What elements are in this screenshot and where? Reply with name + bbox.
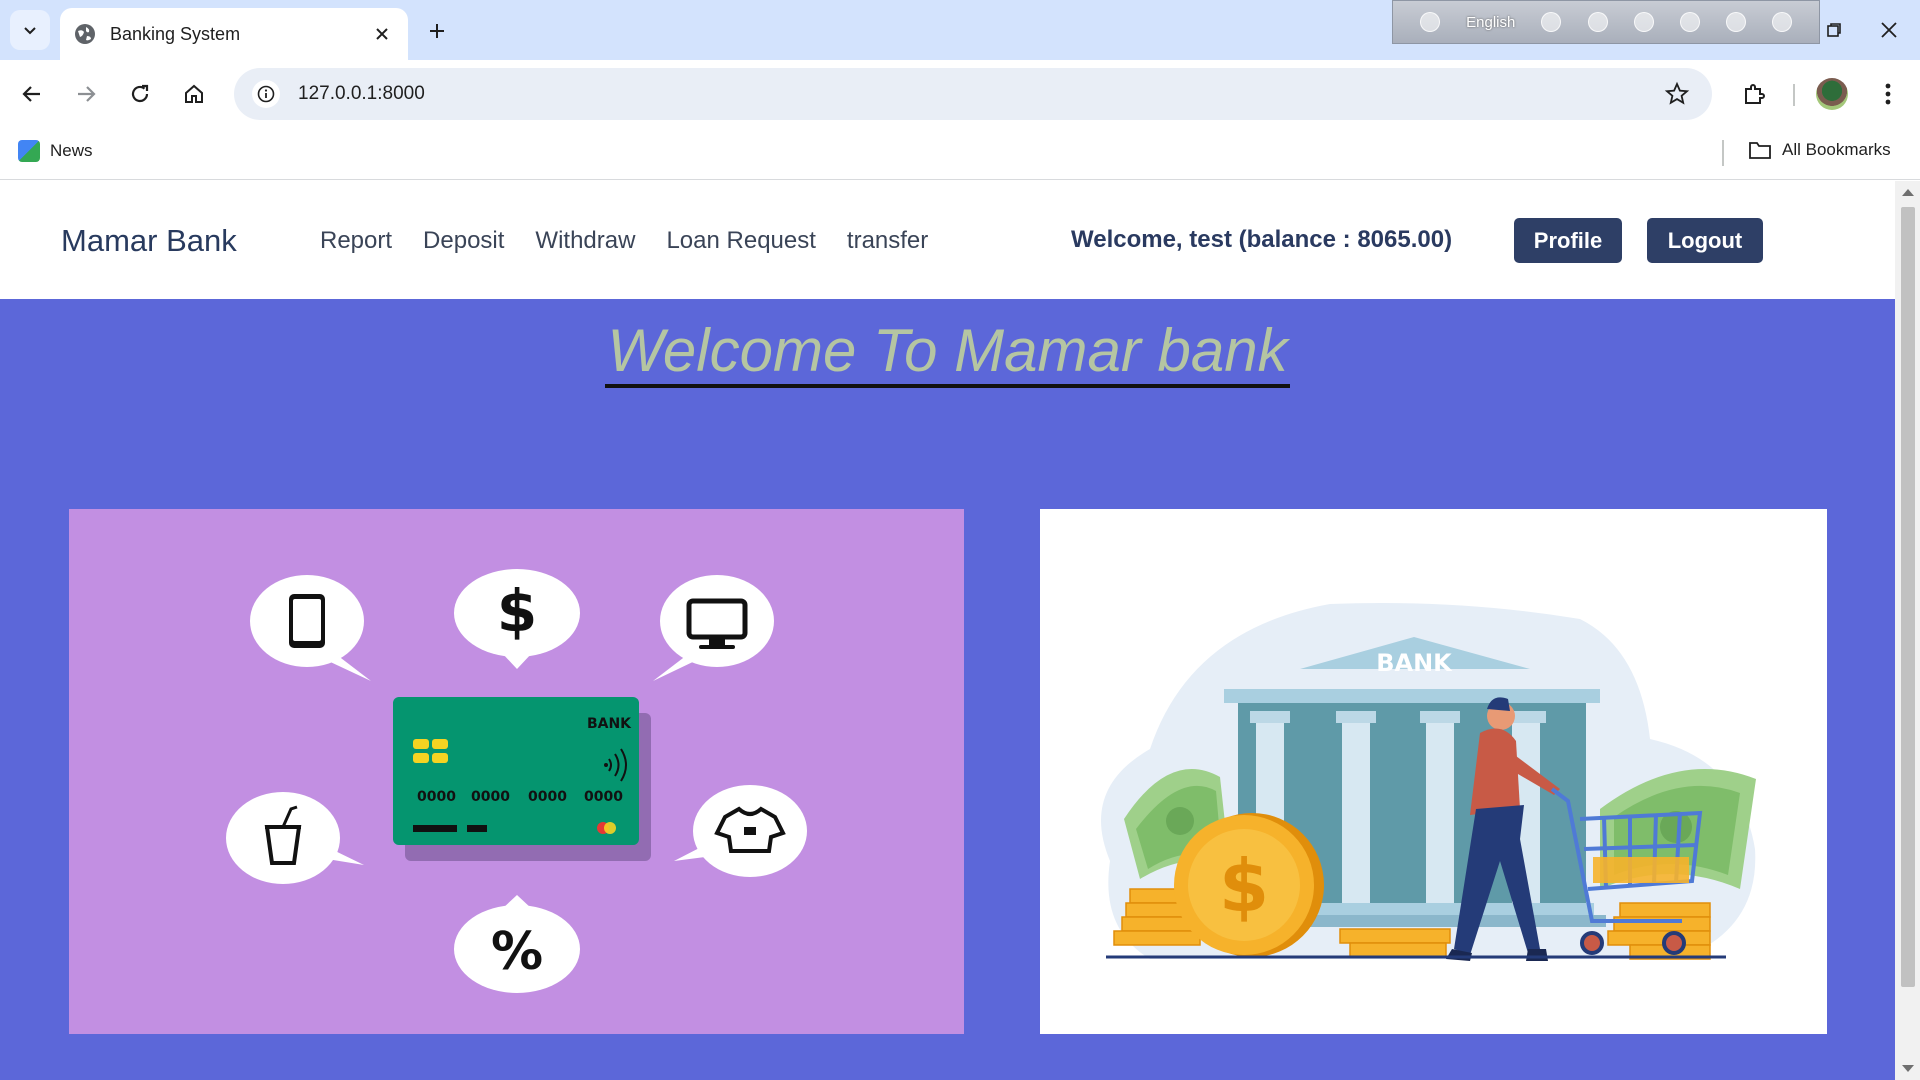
news-icon xyxy=(18,140,40,162)
site-navbar: Mamar Bank Report Deposit Withdraw Loan … xyxy=(0,181,1895,299)
tab-close-button[interactable] xyxy=(370,22,394,46)
browser-tab-active[interactable]: Banking System xyxy=(60,8,408,60)
welcome-balance-text: Welcome, test (balance : 8065.00) xyxy=(1071,226,1453,253)
hero-heading: Welcome To Mamar bank xyxy=(0,315,1895,388)
arrow-right-icon xyxy=(78,86,96,102)
credit-card-illustration: $ % BANK 0000 0000 0000 0000 xyxy=(69,509,964,1034)
toolbar-divider xyxy=(1793,84,1795,106)
hero-title-text: Welcome To Mamar bank xyxy=(605,317,1290,388)
bank-illustration: BANK $ xyxy=(1040,509,1827,1034)
dollar-coin-icon: $ xyxy=(1174,813,1324,957)
all-bookmarks-button[interactable]: All Bookmarks xyxy=(1748,140,1891,160)
page-viewport: Mamar Bank Report Deposit Withdraw Loan … xyxy=(0,181,1895,1080)
percent-bubble: % xyxy=(454,895,580,993)
bookmark-star-icon[interactable] xyxy=(1664,81,1690,107)
ime-keyboard-icon[interactable] xyxy=(1541,12,1562,32)
reload-icon xyxy=(131,84,149,103)
card-number-group-2: 0000 xyxy=(471,789,510,805)
percent-sign-text: % xyxy=(491,922,543,982)
window-close-icon[interactable] xyxy=(1880,21,1898,39)
forward-button[interactable] xyxy=(68,76,104,112)
bookmark-news[interactable]: News xyxy=(18,140,93,162)
scrollbar-thumb[interactable] xyxy=(1901,207,1915,987)
cart-coins xyxy=(1593,857,1689,883)
bookmarks-divider xyxy=(1722,140,1724,166)
home-icon xyxy=(185,84,203,103)
kebab-menu-icon xyxy=(1885,83,1891,105)
reload-button[interactable] xyxy=(122,76,158,112)
bank-illustration-svg: BANK $ xyxy=(1101,603,1756,961)
folder-icon xyxy=(1749,142,1771,159)
card-number-group-4: 0000 xyxy=(584,789,623,805)
ime-tool-icon[interactable] xyxy=(1587,12,1608,32)
tab-title: Banking System xyxy=(110,23,241,44)
address-bar[interactable]: 127.0.0.1:8000 xyxy=(234,68,1712,120)
cup-bubble xyxy=(226,792,364,884)
logout-button[interactable]: Logout xyxy=(1647,218,1763,263)
ime-language-label[interactable]: English xyxy=(1466,14,1515,31)
extensions-button[interactable] xyxy=(1736,76,1772,112)
coin-dollar-text: $ xyxy=(1219,844,1269,928)
site-info-icon[interactable] xyxy=(252,80,280,108)
nav-link-withdraw[interactable]: Withdraw xyxy=(535,227,635,255)
credit-card-illustration-svg: $ % BANK 0000 0000 0000 0000 xyxy=(226,569,807,993)
url-text[interactable]: 127.0.0.1:8000 xyxy=(298,83,425,105)
back-button[interactable] xyxy=(14,76,50,112)
dollar-sign-text: $ xyxy=(497,577,537,645)
brand-logo-link[interactable]: Mamar Bank xyxy=(61,223,237,259)
profile-button[interactable]: Profile xyxy=(1514,218,1622,263)
nav-link-loan-request[interactable]: Loan Request xyxy=(666,227,815,255)
bank-sign-text: BANK xyxy=(1376,649,1453,677)
tab-search-button[interactable] xyxy=(10,10,50,50)
card-number-group-3: 0000 xyxy=(528,789,567,805)
monitor-bubble xyxy=(653,575,774,681)
chevron-down-icon xyxy=(24,27,36,35)
scroll-up-arrow-icon[interactable] xyxy=(1902,189,1914,196)
window-controls xyxy=(1800,10,1920,50)
scroll-down-arrow-icon[interactable] xyxy=(1902,1065,1914,1072)
new-tab-button[interactable] xyxy=(420,14,454,48)
page-scrollbar[interactable] xyxy=(1895,181,1920,1080)
globe-icon xyxy=(75,24,95,44)
ime-language-bar: English xyxy=(1392,0,1820,44)
phone-bubble xyxy=(250,575,371,681)
bookmarks-bar: News All Bookmarks xyxy=(0,128,1920,180)
plus-icon xyxy=(430,24,444,38)
bookmark-news-label: News xyxy=(50,141,93,160)
ime-info-icon[interactable] xyxy=(1771,12,1792,32)
profile-avatar[interactable] xyxy=(1816,78,1848,110)
browser-toolbar: 127.0.0.1:8000 xyxy=(0,60,1920,128)
puzzle-icon xyxy=(1745,84,1765,104)
shirt-bubble xyxy=(674,785,807,877)
nav-links: Report Deposit Withdraw Loan Request tra… xyxy=(320,227,928,255)
browser-tabstrip: Banking System English xyxy=(0,0,1920,60)
ime-mode-icon[interactable] xyxy=(1420,12,1441,32)
credit-card: BANK 0000 0000 0000 0000 xyxy=(393,697,651,861)
nav-link-transfer[interactable]: transfer xyxy=(847,227,928,255)
restore-icon[interactable] xyxy=(1826,22,1842,38)
arrow-left-icon xyxy=(22,86,40,102)
nav-link-deposit[interactable]: Deposit xyxy=(423,227,504,255)
home-button[interactable] xyxy=(176,76,212,112)
ime-browser-icon[interactable] xyxy=(1679,12,1700,32)
card-bank-label: BANK xyxy=(587,716,632,732)
dollar-bubble: $ xyxy=(454,569,580,669)
all-bookmarks-label: All Bookmarks xyxy=(1782,140,1891,159)
card-number-group-1: 0000 xyxy=(417,789,456,805)
close-icon xyxy=(376,28,388,40)
ime-help-icon[interactable] xyxy=(1725,12,1746,32)
ime-settings-icon[interactable] xyxy=(1633,12,1654,32)
browser-menu-button[interactable] xyxy=(1870,76,1906,112)
nav-link-report[interactable]: Report xyxy=(320,227,392,255)
